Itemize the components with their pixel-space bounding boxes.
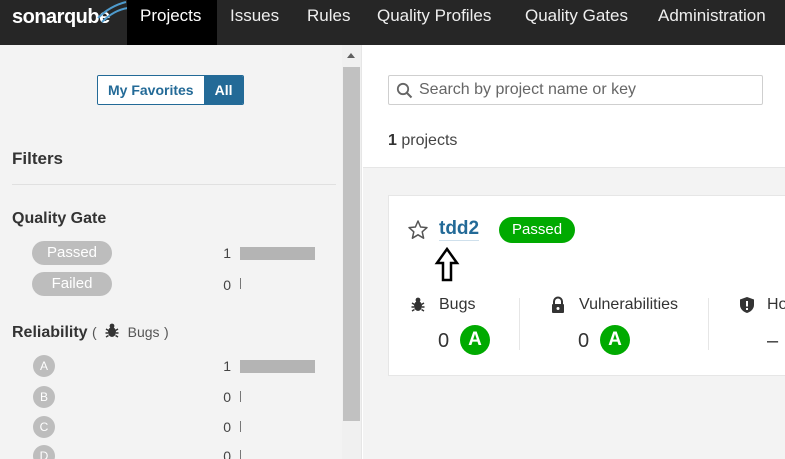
nav-projects[interactable]: Projects — [127, 0, 217, 45]
facet-count: 1 — [223, 245, 231, 261]
facet-count: 0 — [223, 448, 231, 459]
reliability-sub-text: Bugs — [127, 324, 160, 340]
reliability-open-paren: ( — [92, 324, 97, 340]
measure-divider — [708, 298, 709, 350]
divider — [12, 184, 336, 185]
reliability-close-paren: ) — [163, 324, 169, 340]
projects-header: 1 projects — [363, 45, 785, 168]
quality-gate-status-badge: Passed — [499, 217, 576, 243]
rating-c-circle[interactable]: C — [33, 416, 55, 438]
facet-count: 0 — [223, 389, 231, 405]
search-icon — [396, 82, 413, 99]
bug-icon — [105, 323, 119, 338]
star-icon[interactable] — [407, 219, 429, 241]
bugs-value[interactable]: 0 — [438, 330, 449, 353]
nav-administration[interactable]: Administration — [658, 0, 766, 45]
vulnerabilities-label[interactable]: Vulnerabilities — [579, 296, 678, 314]
nav-quality-profiles[interactable]: Quality Profiles — [377, 0, 491, 45]
measure-divider — [519, 298, 520, 350]
lock-icon — [552, 296, 564, 313]
facet-bar — [240, 360, 315, 373]
rating-a-circle[interactable]: A — [33, 355, 55, 377]
facet-bar — [240, 421, 241, 432]
projects-count-label: projects — [401, 132, 458, 149]
projects-count: 1 projects — [388, 132, 457, 150]
quality-gate-facet-title: Quality Gate — [12, 210, 107, 227]
project-name-link[interactable]: tdd2 — [439, 218, 480, 241]
facet-count: 1 — [223, 358, 231, 374]
reliability-facet-title: Reliability ( Bugs ) — [12, 322, 169, 342]
facet-bar — [240, 247, 315, 260]
projects-count-number: 1 — [388, 132, 397, 149]
scroll-up-arrow-icon[interactable] — [347, 53, 355, 58]
facet-count: 0 — [223, 419, 231, 435]
vulnerabilities-rating-badge[interactable]: A — [600, 325, 630, 355]
top-navigation-bar: sonarqube Projects Issues Rules Quality … — [0, 0, 785, 45]
up-arrow-annotation-icon — [434, 247, 460, 282]
sidebar-scrollbar-thumb[interactable] — [343, 67, 360, 421]
filters-sidebar: My Favorites All Filters Quality Gate Pa… — [0, 45, 362, 459]
shield-icon — [740, 297, 754, 313]
rating-b-circle[interactable]: B — [33, 386, 55, 408]
nav-issues[interactable]: Issues — [230, 0, 279, 45]
my-favorites-button[interactable]: My Favorites — [98, 76, 204, 104]
search-input[interactable] — [419, 76, 759, 104]
facet-count: 0 — [223, 277, 231, 293]
bugs-label[interactable]: Bugs — [439, 296, 475, 314]
hotspots-value[interactable]: – — [767, 330, 778, 353]
project-card: tdd2 Passed Bugs 0 A Vulnerabilities 0 A… — [388, 195, 785, 376]
search-box[interactable] — [388, 75, 763, 105]
facet-bar — [240, 391, 241, 402]
nav-rules[interactable]: Rules — [307, 0, 350, 45]
favorites-toggle: My Favorites All — [97, 75, 245, 105]
bug-icon — [411, 297, 425, 312]
facet-bar — [240, 450, 241, 459]
hotspots-label[interactable]: Ho — [767, 296, 785, 314]
bugs-rating-badge[interactable]: A — [460, 325, 490, 355]
projects-main: 1 projects tdd2 Passed Bugs 0 A Vulnerab… — [363, 45, 785, 459]
failed-pill[interactable]: Failed — [32, 272, 112, 296]
passed-pill[interactable]: Passed — [32, 241, 112, 265]
filters-title: Filters — [12, 149, 64, 168]
facet-bar — [240, 278, 241, 289]
all-button[interactable]: All — [203, 76, 244, 104]
reliability-title-text: Reliability — [12, 324, 88, 341]
rating-d-circle[interactable]: D — [33, 445, 55, 459]
vulnerabilities-value[interactable]: 0 — [578, 330, 589, 353]
nav-quality-gates[interactable]: Quality Gates — [525, 0, 628, 45]
